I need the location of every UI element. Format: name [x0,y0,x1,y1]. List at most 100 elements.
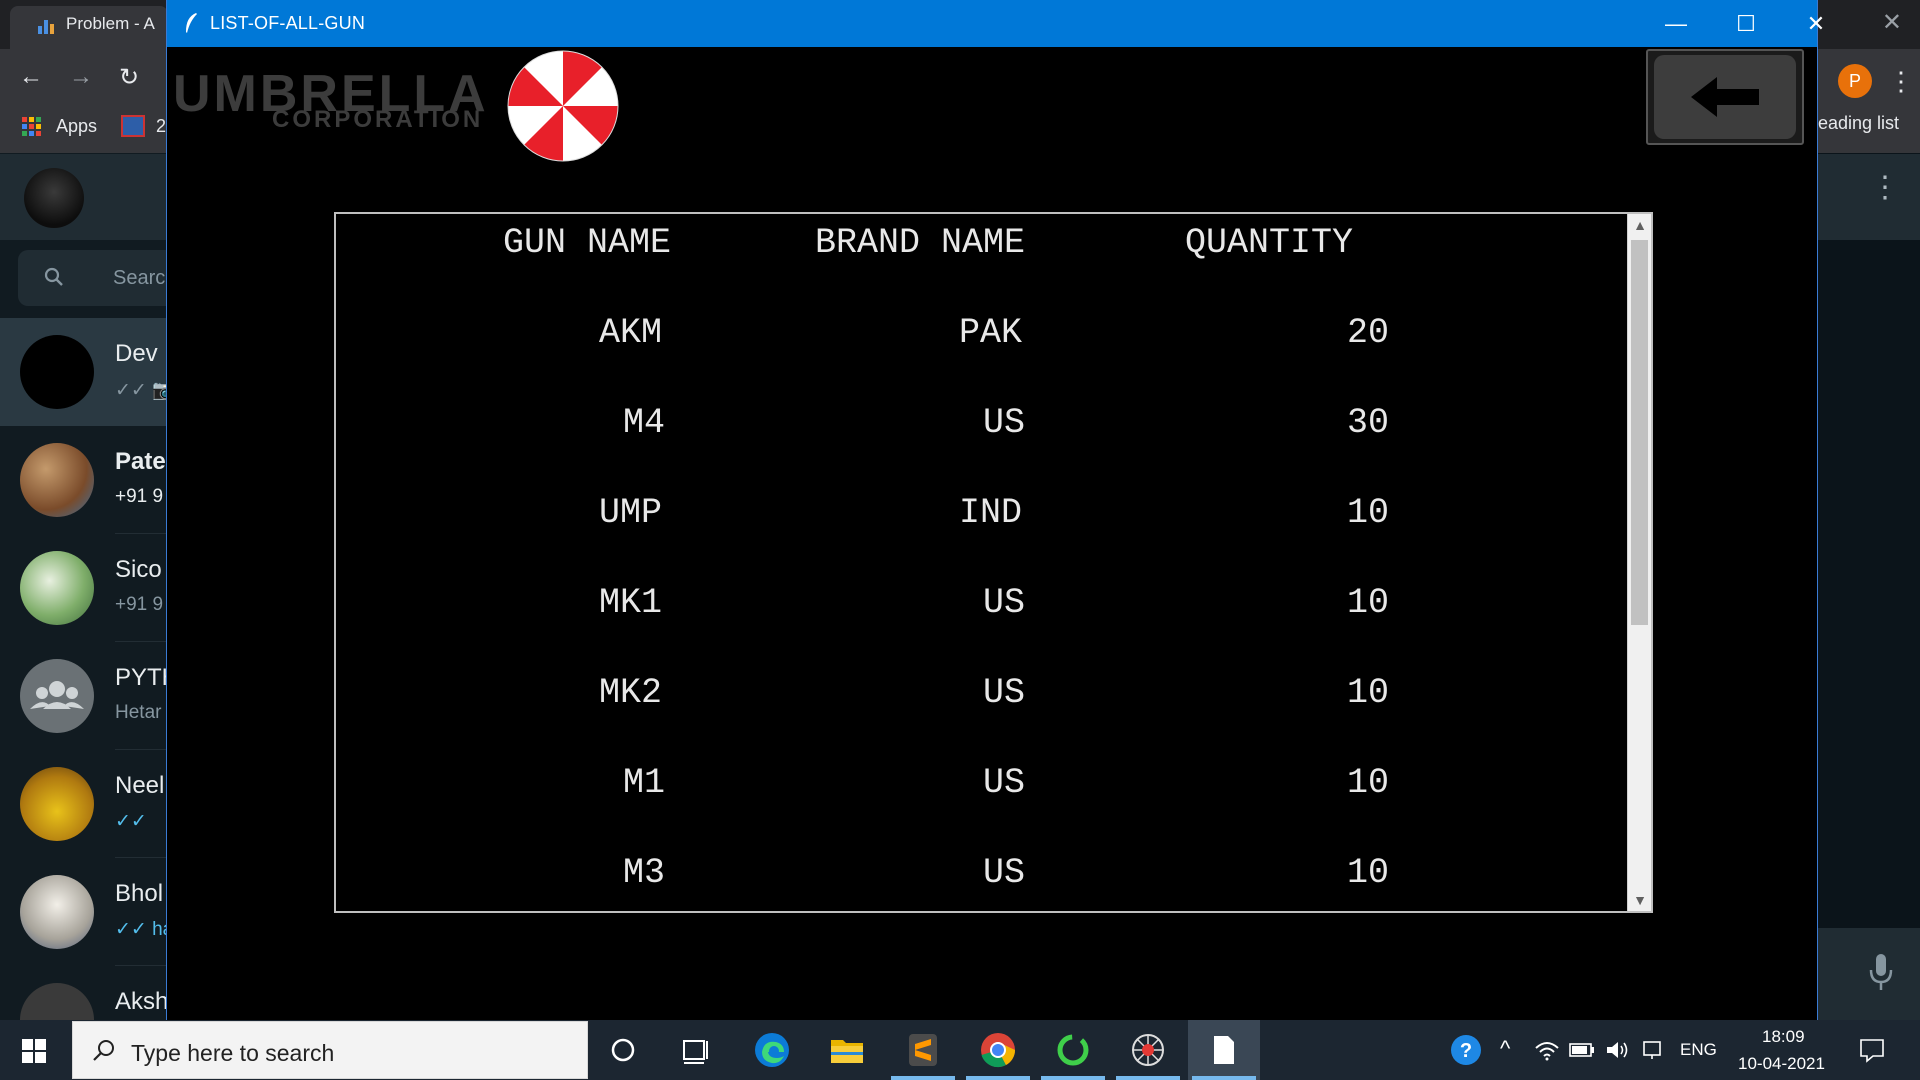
avatar [20,767,94,841]
chat-name: Pate [115,448,166,475]
microphone-icon[interactable] [1866,952,1896,992]
row-brand-name: US [983,673,1026,713]
scroll-down-arrow-icon[interactable]: ▼ [1628,889,1652,911]
chat-name: PYTH [115,664,168,691]
browser-close-icon[interactable]: ✕ [1882,8,1902,37]
header-quantity: QUANTITY [1185,223,1354,263]
running-indicator [1116,1076,1180,1080]
sublime-text-icon[interactable] [903,1030,943,1070]
chrome-icon[interactable] [978,1030,1018,1070]
chevron-up-icon[interactable]: ^ [1500,1036,1510,1062]
taskbar-search-placeholder: Type here to search [131,1040,335,1066]
battery-icon[interactable] [1569,1041,1595,1059]
running-indicator [1192,1076,1256,1080]
back-arrow-icon [1691,77,1759,117]
file-explorer-icon[interactable] [827,1030,867,1070]
maximize-icon[interactable]: ☐ [1711,0,1781,47]
chat-item[interactable]: Neel ✓✓ [0,750,168,858]
browser-tabbar: Problem - A [0,0,168,49]
minimize-icon[interactable]: — [1641,0,1711,47]
task-view-icon[interactable] [676,1030,716,1070]
whatsapp-search-placeholder: Searc [113,267,166,289]
umbrella-corporation-logo-icon [507,50,619,162]
browser-tab[interactable]: Problem - A [10,6,168,49]
tk-window-icon[interactable] [1204,1030,1244,1070]
back-button[interactable] [1646,49,1804,145]
row-gun-name: AKM [599,313,663,353]
chat-menu-icon[interactable]: ⋮ [1870,170,1900,205]
whatsapp-chat-header [1818,154,1920,240]
chat-name: Aksh [115,988,168,1015]
row-quantity: 10 [1347,763,1390,803]
row-gun-name: M3 [623,853,666,893]
taskbar-search-input[interactable]: Type here to search [72,1021,588,1079]
search-icon [93,1040,114,1061]
forward-nav-icon[interactable]: → [66,63,96,91]
close-icon[interactable]: ✕ [1781,0,1851,47]
browser-menu-icon[interactable]: ⋮ [1888,64,1914,98]
row-quantity: 10 [1347,853,1390,893]
avatar [20,551,94,625]
notifications-icon[interactable] [1858,1036,1886,1064]
row-gun-name: MK1 [599,583,663,623]
avatar [20,875,94,949]
python-idle-icon[interactable] [1128,1030,1168,1070]
tk-feather-icon [186,13,197,33]
language-indicator[interactable]: ENG [1680,1040,1717,1060]
chat-name: Bhol [115,880,164,907]
chat-item[interactable]: Aksh [0,966,168,1020]
bookmark-apps[interactable]: Apps [56,116,97,137]
help-icon[interactable]: ? [1448,1032,1484,1068]
my-avatar[interactable] [24,168,84,228]
scroll-up-arrow-icon[interactable]: ▲ [1628,214,1652,236]
whatsapp-search-input[interactable]: Searc [18,250,168,306]
reload-icon[interactable]: ↻ [114,63,144,92]
background-browser-right: ✕ P ⋮ eading list ⋮ [1818,0,1920,1020]
clock-date[interactable]: 10-04-2021 [1738,1054,1825,1074]
wifi-icon[interactable] [1534,1038,1560,1062]
display-icon[interactable] [1641,1038,1663,1062]
running-indicator [966,1076,1030,1080]
running-indicator [891,1076,955,1080]
gun-list-box: GUN NAME BRAND NAME QUANTITY AKM PAK 20 … [334,212,1653,913]
background-browser-left: Problem - A ← → ↻ Apps 2 Searc Dev ✓✓ 📷 … [0,0,168,1020]
chat-item[interactable]: Bhol ✓✓ ha [0,858,168,966]
window-title: LIST-OF-ALL-GUN [210,13,366,33]
chat-name: Sico [115,556,162,583]
row-brand-name: PAK [959,313,1023,353]
clock-time[interactable]: 18:09 [1762,1027,1805,1047]
chat-item[interactable]: Pate +91 9 [0,426,168,534]
header-gun-name: GUN NAME [503,223,672,263]
chat-preview: +91 9 [115,486,164,507]
group-avatar-icon [20,659,94,733]
chat-item[interactable]: Dev ✓✓ 📷 [0,318,168,426]
bookmark-2[interactable]: 2 [156,116,166,137]
windows-start-icon[interactable] [22,1039,46,1063]
reading-list-button[interactable]: eading list [1818,113,1899,134]
chat-item[interactable]: Sico +91 9 [0,534,168,642]
chat-preview: Hetar [115,702,162,723]
row-quantity: 10 [1347,673,1390,713]
chat-preview: ✓✓ [115,811,147,832]
bookmarks-bar: Apps 2 [0,108,168,154]
profile-avatar[interactable]: P [1838,64,1872,98]
chat-item[interactable]: PYTH Hetar [0,642,168,750]
back-button-face [1654,55,1796,139]
vertical-scrollbar[interactable]: ▲ ▼ [1627,214,1651,911]
scrollbar-thumb[interactable] [1631,240,1648,625]
row-brand-name: US [983,763,1026,803]
row-quantity: 10 [1347,493,1390,533]
row-gun-name: M1 [623,763,666,803]
green-circle-app-icon[interactable] [1053,1030,1093,1070]
chat-name: Dev [115,340,158,367]
cortana-icon[interactable] [603,1030,643,1070]
row-gun-name: MK2 [599,673,663,713]
edge-browser-icon[interactable] [752,1030,792,1070]
volume-icon[interactable] [1604,1038,1630,1062]
row-gun-name: M4 [623,403,666,443]
chat-preview: ✓✓ 📷 [115,380,168,401]
row-brand-name: US [983,583,1026,623]
avatar [20,983,94,1020]
back-nav-icon[interactable]: ← [16,63,46,91]
window-titlebar[interactable]: LIST-OF-ALL-GUN — ☐ ✕ [167,0,1825,47]
